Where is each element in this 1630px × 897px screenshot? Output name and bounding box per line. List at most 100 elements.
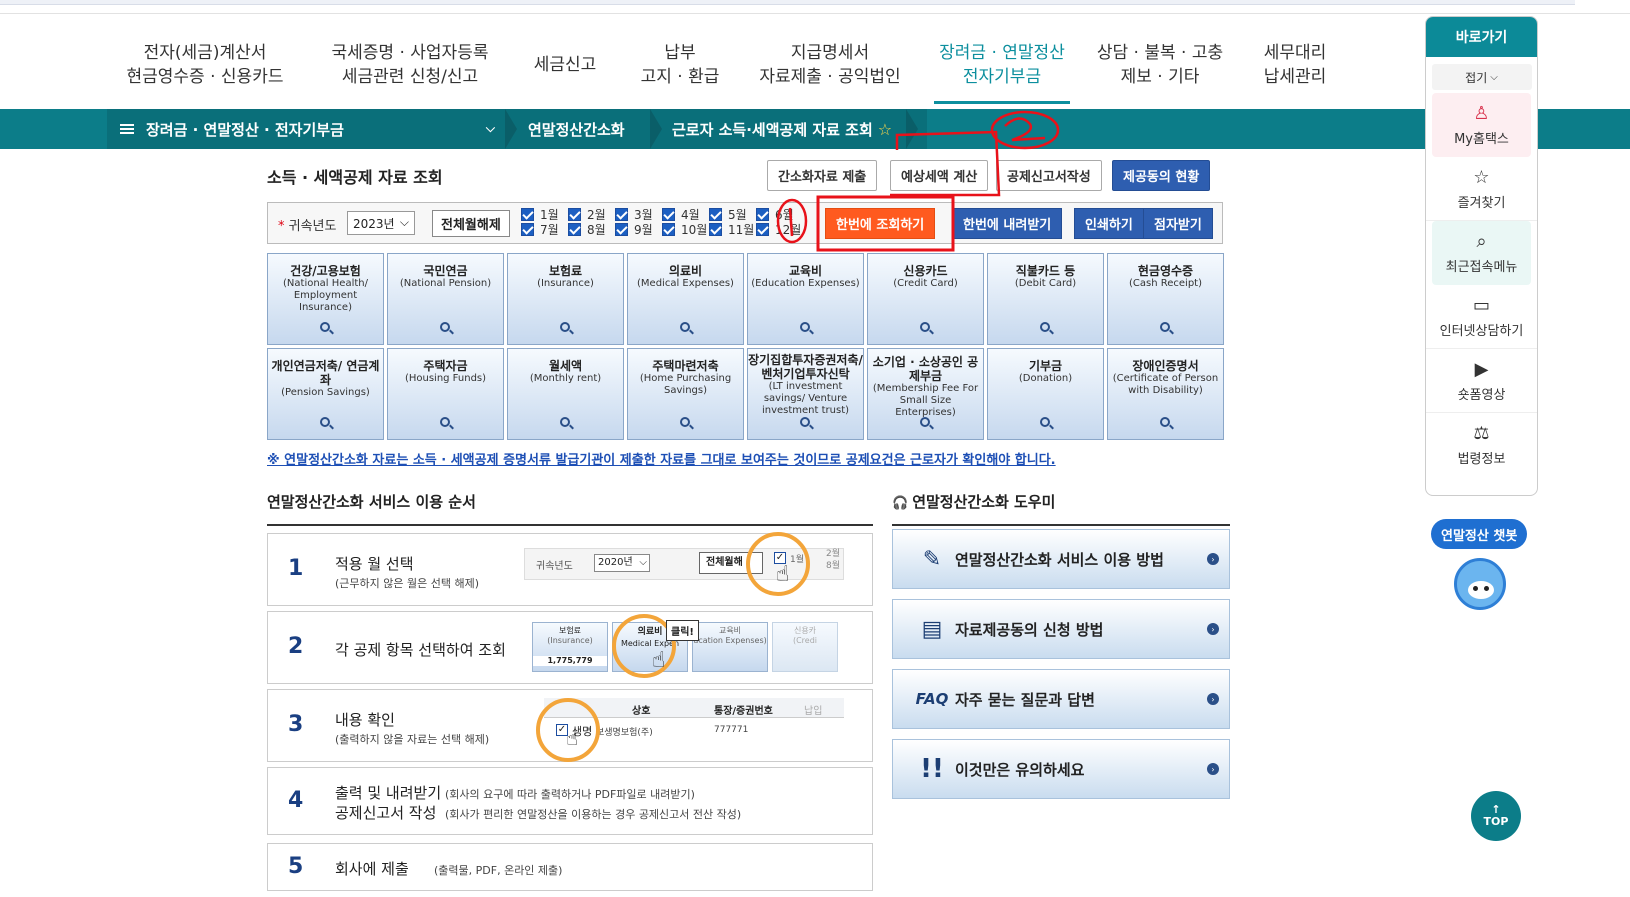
quick-favorites[interactable]: ☆ 즐겨찾기 <box>1426 157 1537 221</box>
search-icon <box>559 322 570 332</box>
hand-cursor-icon: ☝ <box>566 726 579 750</box>
submit-simplified-data-button[interactable]: 간소화자료 제출 <box>767 160 878 191</box>
helper-label: 자주 묻는 질문과 답변 <box>955 690 1095 709</box>
global-nav: 전자(세금)계산서 현금영수증 · 신용카드 국세증명 · 사업자등록 세금관련 신… <box>110 28 1340 104</box>
query-all-button[interactable]: 한번에 조회하기 <box>825 208 936 239</box>
filter-bar: * 귀속년도 2023년 ⌵ 전체월해제 1월 2월 3월 4월 5월 6월 7월… <box>267 202 1223 244</box>
year-label: * 귀속년도 <box>278 215 336 234</box>
gnb-label: 납세관리 <box>1263 66 1327 87</box>
quick-recent-menu[interactable]: ⌕ 최근접속메뉴 <box>1432 221 1531 285</box>
step-title: 내용 확인 <box>335 711 395 729</box>
search-icon <box>799 322 810 332</box>
breadcrumb-current[interactable]: 근로자 소득·세액공제 자료 조회 ☆ <box>672 109 892 149</box>
braille-button[interactable]: 점자받기 <box>1143 208 1213 239</box>
gnb-label: 자료제출 · 공익법인 <box>759 66 901 87</box>
category-medical[interactable]: 의료비 (Medical Expenses) <box>627 253 744 345</box>
month-checkbox[interactable]: 7월 <box>521 221 559 238</box>
category-subtitle: (Credit Card) <box>893 278 958 289</box>
breadcrumb-simplified[interactable]: 연말정산간소화 <box>528 109 625 149</box>
helper-caution-button[interactable]: !! 이것만은 유의하세요 › <box>892 739 1230 799</box>
lnb-menu-dropdown[interactable]: 장려금 · 연말정산 · 전자기부금 ⌵ <box>120 109 505 149</box>
exclamation-icon: !! <box>920 754 944 784</box>
month-label: 12월 <box>775 223 802 237</box>
play-icon: ▶ <box>1474 358 1489 380</box>
deduction-report-button[interactable]: 공제신고서작성 <box>996 160 1102 191</box>
gnb-label: 현금영수증 · 신용카드 <box>126 66 284 87</box>
quick-item-label: 인터넷상담하기 <box>1439 323 1524 339</box>
gnb-label: 상담 · 불복 · 고충 <box>1096 42 1224 63</box>
step-number: 1 <box>288 556 304 581</box>
quick-my-hometax[interactable]: ♙ My홈택스 <box>1432 93 1531 157</box>
consent-status-button[interactable]: 제공동의 현황 <box>1112 160 1211 191</box>
category-cash-receipt[interactable]: 현금영수증 (Cash Receipt) <box>1107 253 1224 345</box>
quick-item-label: 법령정보 <box>1457 452 1506 467</box>
step-2: 2 각 공제 항목 선택하여 조회 보험료 (Insurance) 1,775,77… <box>267 611 873 684</box>
gnb-item-agent[interactable]: 세무대리납세관리 <box>1250 28 1340 104</box>
category-donation[interactable]: 기부금 (Donation) <box>987 348 1104 440</box>
release-all-months-button[interactable]: 전체월해제 <box>432 210 510 237</box>
category-lt-investment[interactable]: 장기집합투자증권저축/ 벤처기업투자신탁 (LT investment savin… <box>747 348 864 440</box>
quick-online-consult[interactable]: ▭ 인터넷상담하기 <box>1426 285 1537 349</box>
chevron-down-icon: ⌵ <box>1490 71 1498 83</box>
category-housing-funds[interactable]: 주택자금 (Housing Funds) <box>387 348 504 440</box>
fold-button[interactable]: 접기 ⌵ <box>1431 64 1532 90</box>
gnb-item-certificate[interactable]: 국세증명 · 사업자등록 세금관련 신청/신고 <box>310 28 510 104</box>
category-subtitle: (Membership Fee For Small Size Enterpris… <box>872 383 979 418</box>
chatbot-mascot-icon[interactable] <box>1454 558 1506 610</box>
gnb-item-invoice[interactable]: 전자(세금)계산서 현금영수증 · 신용카드 <box>110 28 300 104</box>
helper-usage-button[interactable]: ✎ 연말정산간소화 서비스 이용 방법 › <box>892 529 1230 589</box>
category-debit-card[interactable]: 직불카드 등 (Debit Card) <box>987 253 1104 345</box>
scroll-top-button[interactable]: ↑ TOP <box>1471 791 1521 841</box>
month-checkbox[interactable]: 12월 <box>756 221 801 238</box>
category-home-savings[interactable]: 주택마련저축 (Home Purchasing Savings) <box>627 348 744 440</box>
step-number: 4 <box>288 788 304 813</box>
chevron-right-icon: › <box>1207 553 1219 565</box>
quick-links-panel: 바로가기 접기 ⌵ ♙ My홈택스 ☆ 즐겨찾기 ⌕ 최근접속메뉴 ▭ 인터넷상담하기 ▶… <box>1425 16 1538 496</box>
gnb-item-consult[interactable]: 상담 · 불복 · 고충 제보 · 기타 <box>1090 28 1230 104</box>
category-title: 교육비 <box>788 264 823 278</box>
month-checkbox[interactable]: 9월 <box>615 221 653 238</box>
search-icon <box>439 417 450 427</box>
month-checkbox[interactable]: 10월 <box>662 221 707 238</box>
gnb-label: 지급명세서 <box>790 42 870 63</box>
gnb-item-statement[interactable]: 지급명세서자료제출 · 공익법인 <box>750 28 910 104</box>
quick-shortform-video[interactable]: ▶ 숏폼영상 <box>1426 349 1537 413</box>
category-small-enterprise[interactable]: 소기업 · 소상공인 공제부금 (Membership Fee For Small… <box>867 348 984 440</box>
step-1-illustration: 귀속년도 2020년 ⌵ 전체월해 ✓ 1월 2월 8월 ☝ <box>524 532 844 600</box>
month-checkbox[interactable]: 8월 <box>568 221 606 238</box>
category-title: 의료비 <box>668 264 703 278</box>
category-monthly-rent[interactable]: 월세액 (Monthly rent) <box>507 348 624 440</box>
breadcrumb-separator <box>505 109 519 149</box>
local-nav-bar: 장려금 · 연말정산 · 전자기부금 ⌵ 연말정산간소화 근로자 소득·세액공제… <box>0 109 1630 149</box>
step-number: 2 <box>288 634 304 659</box>
gnb-label: 전자기부금 <box>962 66 1042 87</box>
page-title: 소득 · 세액공제 자료 조회 <box>267 168 443 187</box>
gnb-item-tax-report[interactable]: 세금신고 <box>520 28 610 104</box>
category-disability[interactable]: 장애인증명서 (Certificate of Person with Disabi… <box>1107 348 1224 440</box>
illu-credit-tile: 신용카 (Credi <box>772 622 838 672</box>
estimate-tax-button[interactable]: 예상세액 계산 <box>890 160 989 191</box>
category-education[interactable]: 교육비 (Education Expenses) <box>747 253 864 345</box>
month-checkbox[interactable]: 11월 <box>709 221 754 238</box>
illu-tile-title: 보험료 <box>558 626 582 635</box>
favorite-star-icon[interactable]: ☆ <box>878 120 892 139</box>
download-all-button[interactable]: 한번에 내려받기 <box>952 208 1063 239</box>
category-subtitle: (Insurance) <box>537 278 594 289</box>
quick-law-info[interactable]: ⚖ 법령정보 <box>1426 413 1537 477</box>
notice-link[interactable]: ※ 연말정산간소화 자료는 소득 · 세액공제 증명서류 발급기관이 제출한 자… <box>267 449 1056 468</box>
gnb-item-year-end[interactable]: 장려금 · 연말정산 전자기부금 <box>934 28 1070 104</box>
category-insurance[interactable]: 보험료 (Insurance) <box>507 253 624 345</box>
step-5: 5 회사에 제출 (출력물, PDF, 온라인 제출) <box>267 843 873 891</box>
category-subtitle: (Home Purchasing Savings) <box>639 373 732 396</box>
print-button[interactable]: 인쇄하기 <box>1074 208 1144 239</box>
gnb-label: 세무대리 <box>1263 42 1327 63</box>
category-national-pension[interactable]: 국민연금 (National Pension) <box>387 253 504 345</box>
category-health-insurance[interactable]: 건강/고용보험 (National Health/ Employment Insu… <box>267 253 384 345</box>
helper-consent-button[interactable]: ▤ 자료제공동의 신청 방법 › <box>892 599 1230 659</box>
category-pension-savings[interactable]: 개인연금저축/ 연금계좌 (Pension Savings) <box>267 348 384 440</box>
gnb-item-payment[interactable]: 납부 고지 · 환급 <box>630 28 730 104</box>
category-credit-card[interactable]: 신용카드 (Credit Card) <box>867 253 984 345</box>
year-select[interactable]: 2023년 ⌵ <box>347 211 415 235</box>
helper-faq-button[interactable]: FAQ 자주 묻는 질문과 답변 › <box>892 669 1230 729</box>
chatbot-button[interactable]: 연말정산 챗봇 <box>1431 519 1528 549</box>
